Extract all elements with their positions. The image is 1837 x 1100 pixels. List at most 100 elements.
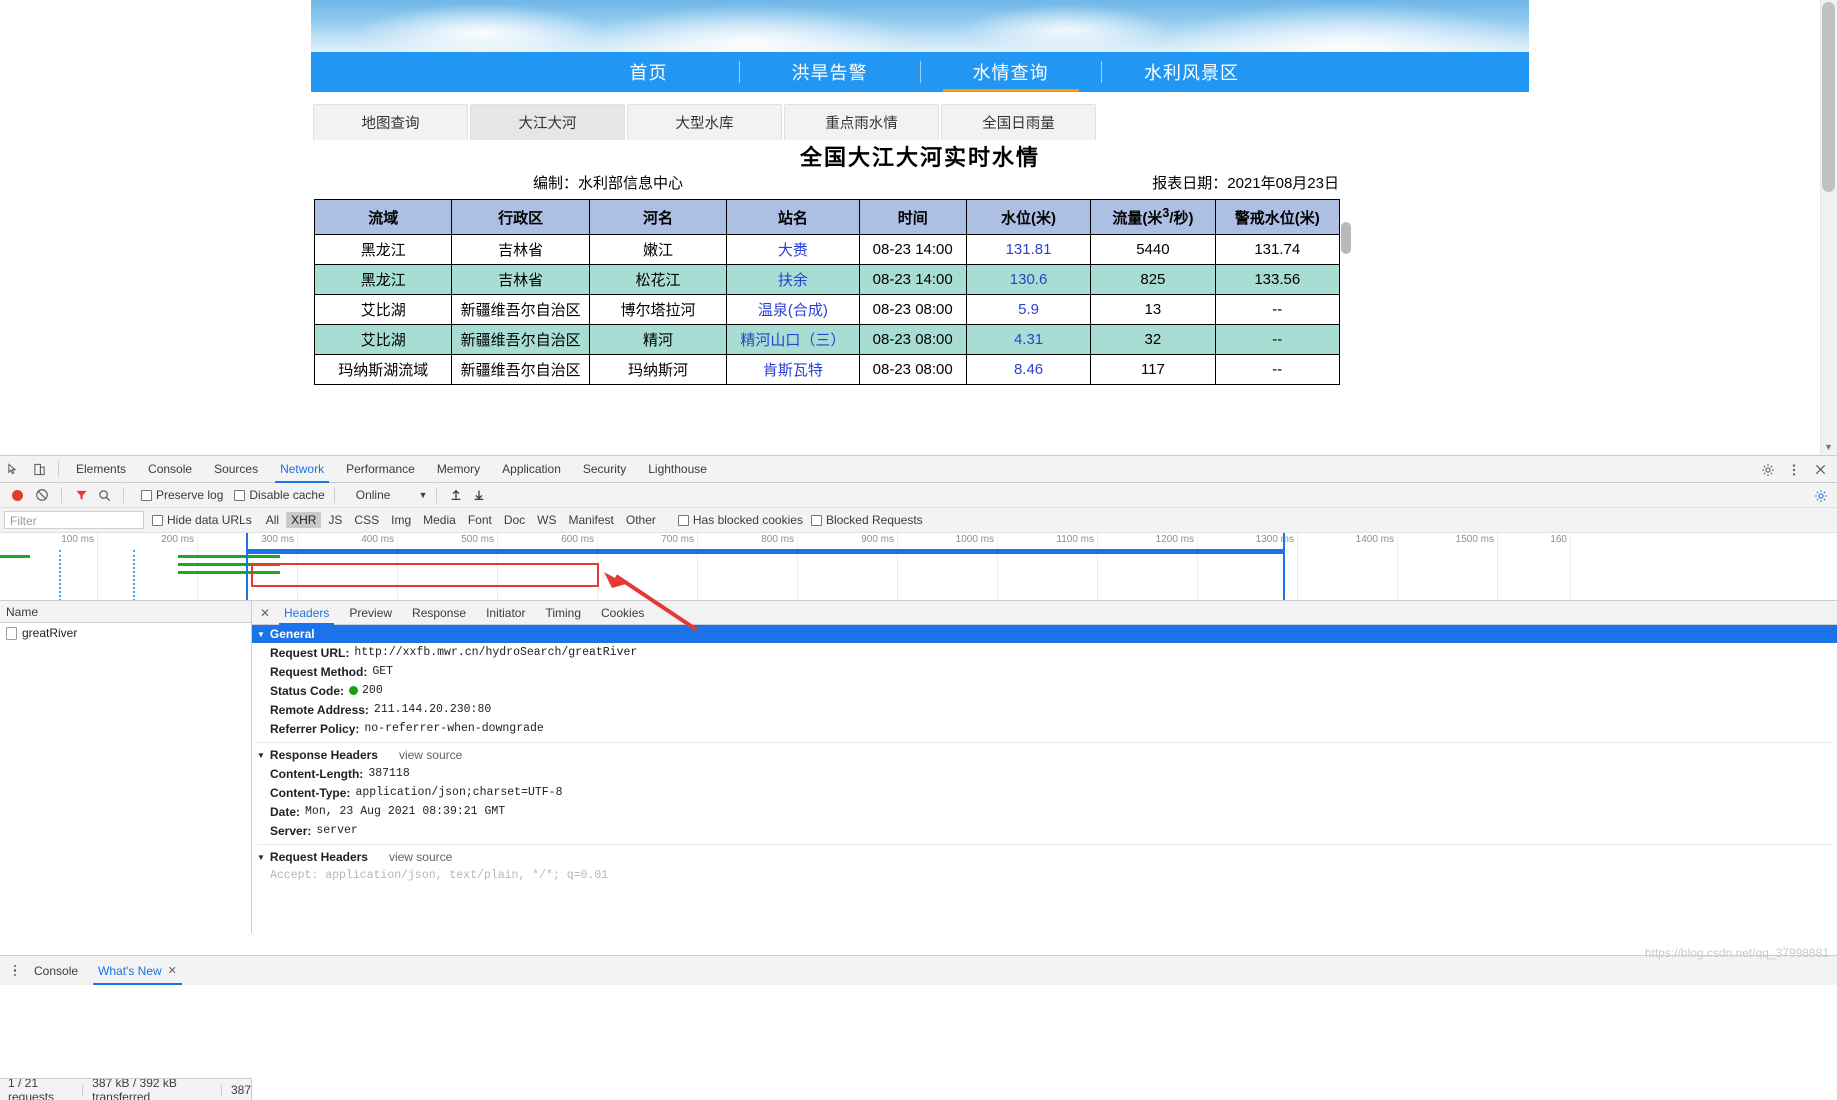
more-options-icon[interactable]: [1781, 457, 1807, 483]
filter-type-label: CSS: [354, 513, 380, 527]
devtools-tab-performance[interactable]: Performance: [335, 456, 426, 483]
subtab-label: 地图查询: [361, 116, 420, 132]
devtools-tab-memory[interactable]: Memory: [426, 456, 491, 483]
subtab-great-rivers[interactable]: 大江大河: [470, 104, 625, 140]
devtools-tab-sources[interactable]: Sources: [203, 456, 269, 483]
network-settings-gear-icon[interactable]: [1811, 486, 1831, 506]
header-row-request-url: Request URL: http://xxfb.mwr.cn/hydroSea…: [252, 643, 1837, 662]
timeline-tick-label: 700 ms: [661, 534, 694, 545]
devtools-tab-application[interactable]: Application: [491, 456, 572, 483]
hide-data-urls-checkbox[interactable]: Hide data URLs: [152, 513, 252, 527]
settings-gear-icon[interactable]: [1755, 457, 1781, 483]
list-item[interactable]: greatRiver: [0, 623, 251, 643]
network-overview-timeline[interactable]: 100 ms 200 ms 300 ms 400 ms 500 ms 600 m…: [0, 533, 1837, 601]
filter-type-js[interactable]: JS: [323, 512, 347, 528]
toolbar-divider: [436, 487, 438, 503]
nav-item-label: 洪旱告警: [791, 63, 868, 83]
response-headers-section-header[interactable]: ▼ Response Headers view source: [252, 746, 1837, 764]
request-headers-section-header[interactable]: ▼ Request Headers view source: [252, 848, 1837, 866]
cell-station-name[interactable]: 肯斯瓦特: [726, 354, 860, 385]
filter-type-font[interactable]: Font: [463, 512, 497, 528]
header-row-content-type: Content-Type: application/json;charset=U…: [252, 783, 1837, 802]
tab-label: Preview: [349, 605, 393, 620]
filter-type-ws[interactable]: WS: [532, 512, 561, 528]
devtools-tab-lighthouse[interactable]: Lighthouse: [637, 456, 718, 483]
overview-selection-end[interactable]: [1283, 533, 1285, 600]
page-scrollbar-thumb[interactable]: [1822, 2, 1835, 192]
search-icon[interactable]: [94, 485, 114, 505]
preserve-log-checkbox[interactable]: Preserve log: [141, 488, 223, 502]
page-scrollbar[interactable]: ▲ ▼: [1820, 0, 1837, 455]
close-icon[interactable]: ✕: [168, 964, 177, 977]
nav-item-home[interactable]: 首页: [559, 52, 739, 92]
inspect-element-icon[interactable]: [0, 456, 26, 482]
disable-cache-checkbox[interactable]: Disable cache: [234, 488, 325, 502]
device-toolbar-icon[interactable]: [26, 456, 52, 482]
devtools-tab-security[interactable]: Security: [572, 456, 637, 483]
checkbox-box: [141, 489, 152, 501]
request-count: 1 / 21 requests: [8, 1078, 55, 1100]
timeline-tick-label: 1200 ms: [1155, 534, 1194, 545]
filter-type-xhr[interactable]: XHR: [286, 512, 322, 528]
timeline-tick-label: 100 ms: [61, 534, 94, 545]
cell-station-name[interactable]: 温泉(合成): [726, 294, 860, 325]
blocked-requests-checkbox[interactable]: Blocked Requests: [810, 513, 923, 527]
status-divider: |: [81, 1082, 85, 1097]
devtools-tab-network[interactable]: Network: [269, 456, 335, 483]
import-har-icon[interactable]: [446, 485, 466, 505]
general-section-header[interactable]: ▼ General: [252, 625, 1837, 643]
cell-station-name[interactable]: 大赉: [726, 234, 860, 265]
devtools-tab-elements[interactable]: Elements: [65, 456, 137, 483]
nav-item-scenic-area[interactable]: 水利风景区: [1102, 52, 1282, 92]
record-network-log-icon[interactable]: [12, 489, 23, 501]
export-har-icon[interactable]: [469, 485, 489, 505]
filter-type-media[interactable]: Media: [418, 512, 461, 528]
subtab-large-reservoirs[interactable]: 大型水库: [627, 104, 782, 140]
nav-item-water-query[interactable]: 水情查询: [921, 52, 1101, 92]
overview-selection-start[interactable]: [246, 533, 248, 600]
devtools-tab-console[interactable]: Console: [137, 456, 203, 483]
detail-tab-headers[interactable]: Headers: [274, 601, 339, 625]
detail-tab-initiator[interactable]: Initiator: [476, 601, 535, 625]
scroll-down-icon[interactable]: ▼: [1821, 440, 1836, 455]
filter-input[interactable]: Filter: [4, 511, 144, 529]
cell-station-name[interactable]: 精河山口（三）: [726, 324, 860, 355]
checkbox-label: Disable cache: [249, 488, 325, 502]
col-warning-level: 警戒水位(米): [1214, 199, 1341, 235]
cell-admin-region: 吉林省: [451, 234, 590, 265]
header-value-truncated: Accept: application/json, text/plain, */…: [270, 869, 609, 882]
clear-network-log-icon[interactable]: [32, 485, 52, 505]
filter-type-manifest[interactable]: Manifest: [564, 512, 619, 528]
filter-type-img[interactable]: Img: [386, 512, 416, 528]
detail-tab-cookies[interactable]: Cookies: [591, 601, 654, 625]
filter-funnel-icon[interactable]: [71, 485, 91, 505]
detail-tab-response[interactable]: Response: [402, 601, 476, 625]
subtab-national-daily-rainfall[interactable]: 全国日雨量: [941, 104, 1096, 140]
close-devtools-icon[interactable]: [1807, 457, 1833, 483]
header-value[interactable]: http://xxfb.mwr.cn/hydroSearch/greatRive…: [354, 646, 637, 659]
detail-tab-preview[interactable]: Preview: [339, 601, 402, 625]
drawer-tab-whats-new[interactable]: What's New ✕: [88, 956, 187, 985]
filter-type-css[interactable]: CSS: [349, 512, 384, 528]
main-navigation: 首页 洪旱告警 水情查询 水利风景区: [311, 52, 1529, 92]
view-source-link[interactable]: view source: [399, 748, 462, 762]
filter-type-doc[interactable]: Doc: [499, 512, 530, 528]
has-blocked-cookies-checkbox[interactable]: Has blocked cookies: [677, 513, 803, 527]
table-row: 艾比湖 新疆维吾尔自治区 精河 精河山口（三） 08-23 08:00 4.31…: [313, 324, 1341, 355]
cell-station-name[interactable]: 扶余: [726, 264, 860, 295]
view-source-link[interactable]: view source: [389, 850, 452, 864]
close-icon[interactable]: ✕: [256, 601, 274, 625]
nav-item-flood-drought-alert[interactable]: 洪旱告警: [740, 52, 920, 92]
throttle-dropdown[interactable]: Online ▼: [356, 488, 428, 502]
table-scrollbar-thumb[interactable]: [1341, 222, 1351, 254]
filter-type-all[interactable]: All: [261, 512, 284, 528]
headers-content: ▼ General Request URL: http://xxfb.mwr.c…: [252, 625, 1837, 933]
cell-warning-level: --: [1214, 294, 1341, 325]
subtab-map-query[interactable]: 地图查询: [313, 104, 468, 140]
col-water-level: 水位(米): [965, 199, 1092, 235]
subtab-key-rainfall[interactable]: 重点雨水情: [784, 104, 939, 140]
filter-type-other[interactable]: Other: [621, 512, 661, 528]
detail-tab-timing[interactable]: Timing: [535, 601, 591, 625]
subtab-label: 大型水库: [675, 116, 734, 132]
drawer-tab-console[interactable]: Console: [24, 956, 88, 985]
